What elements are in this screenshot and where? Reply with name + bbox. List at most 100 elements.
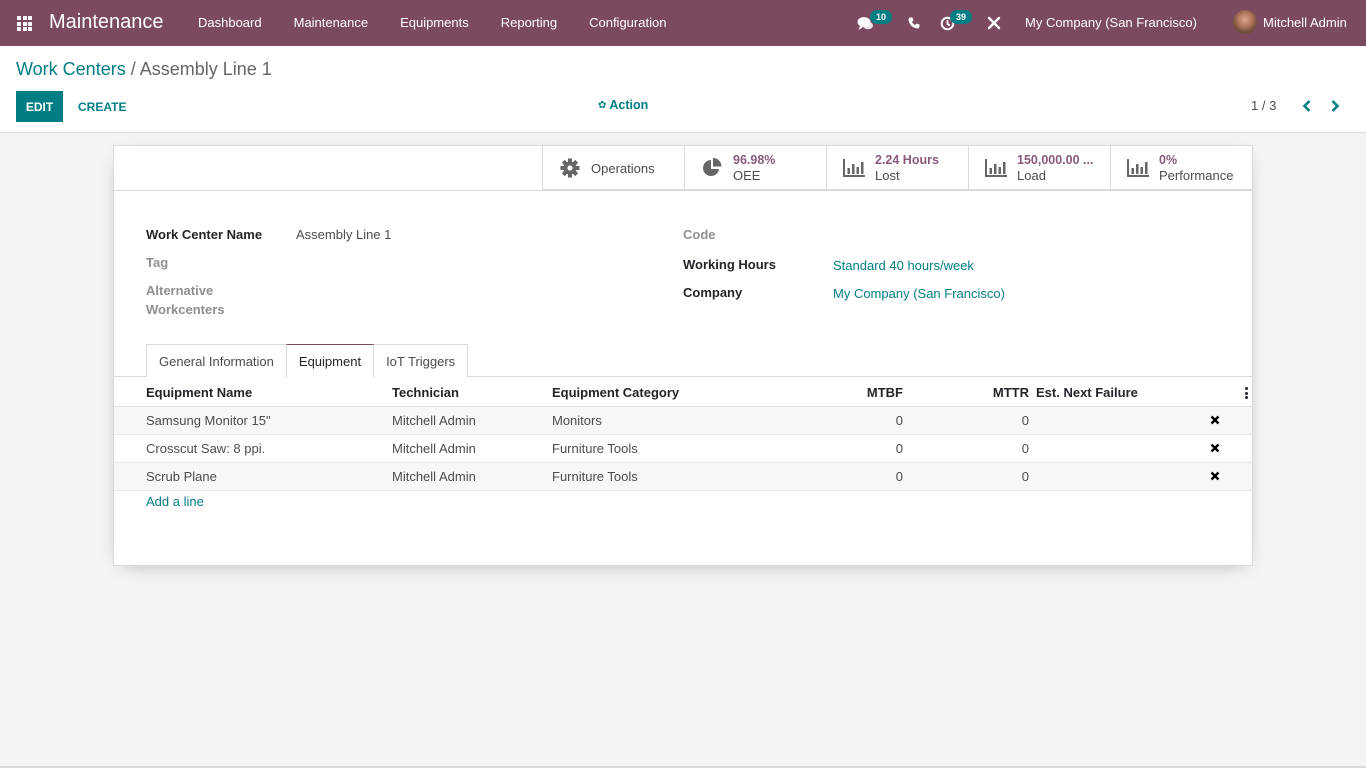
action-dropdown[interactable]: ✿ Action bbox=[598, 98, 648, 112]
alternative-workcenters-label-2: Workcenters bbox=[146, 302, 225, 317]
stat-button-box: Operations 96.98% OEE 2.24 Hours Lost 15… bbox=[542, 146, 1252, 190]
table-row[interactable]: Samsung Monitor 15" Mitchell Admin Monit… bbox=[114, 407, 1252, 435]
pie-chart-icon bbox=[699, 157, 725, 179]
performance-button[interactable]: 0% Performance bbox=[1110, 146, 1252, 190]
tab-iot-triggers[interactable]: IoT Triggers bbox=[373, 344, 469, 377]
delete-row-button[interactable] bbox=[1209, 442, 1221, 454]
menu-item-configuration[interactable]: Configuration bbox=[573, 0, 682, 46]
category-cell: Furniture Tools bbox=[552, 441, 638, 456]
equipment-name-cell: Scrub Plane bbox=[146, 469, 217, 484]
company-label: Company bbox=[683, 285, 743, 300]
bar-chart-icon bbox=[983, 157, 1009, 179]
app-title[interactable]: Maintenance bbox=[49, 11, 164, 34]
create-button[interactable]: CREATE bbox=[70, 91, 134, 122]
oee-value: 96.98% bbox=[733, 153, 776, 167]
technician-cell: Mitchell Admin bbox=[392, 469, 476, 484]
breadcrumb: Work Centers / Assembly Line 1 bbox=[16, 59, 272, 80]
column-header-mtbf[interactable]: MTBF bbox=[867, 385, 903, 400]
table-row[interactable]: Scrub Plane Mitchell Admin Furniture Too… bbox=[114, 463, 1252, 491]
action-label: Action bbox=[609, 98, 649, 112]
tab-general-information[interactable]: General Information bbox=[146, 344, 287, 377]
breadcrumb-work-centers[interactable]: Work Centers bbox=[16, 59, 126, 79]
close-icon bbox=[1210, 471, 1220, 481]
menu-item-maintenance[interactable]: Maintenance bbox=[278, 0, 384, 46]
menu-item-equipments[interactable]: Equipments bbox=[384, 0, 485, 46]
pager-next-button[interactable] bbox=[1327, 96, 1343, 116]
mtbf-cell: 0 bbox=[895, 441, 903, 456]
messaging-button[interactable]: 10 bbox=[857, 10, 893, 32]
notebook-tabs: General Information Equipment IoT Trigge… bbox=[146, 344, 469, 378]
operations-button[interactable]: Operations bbox=[542, 146, 684, 190]
performance-value: 0% bbox=[1159, 153, 1178, 167]
phone-icon bbox=[908, 17, 920, 29]
activities-button[interactable]: 39 bbox=[940, 10, 973, 32]
mtbf-cell: 0 bbox=[895, 469, 903, 484]
category-cell: Furniture Tools bbox=[552, 469, 638, 484]
phone-button[interactable] bbox=[908, 14, 920, 32]
mttr-cell: 0 bbox=[1021, 413, 1029, 428]
edit-button[interactable]: EDIT bbox=[16, 91, 63, 122]
lost-value: 2.24 Hours bbox=[875, 153, 939, 167]
tab-equipment[interactable]: Equipment bbox=[285, 344, 375, 378]
pager-value[interactable]: 1 / 3 bbox=[1251, 98, 1276, 113]
bar-chart-icon bbox=[841, 157, 867, 179]
chevron-right-icon bbox=[1331, 100, 1340, 112]
column-header-equipment-name[interactable]: Equipment Name bbox=[146, 385, 252, 400]
pager-previous-button[interactable] bbox=[1299, 96, 1315, 116]
close-icon bbox=[1210, 415, 1220, 425]
oee-label: OEE bbox=[733, 168, 761, 183]
breadcrumb-separator: / bbox=[130, 59, 136, 79]
lost-button[interactable]: 2.24 Hours Lost bbox=[826, 146, 968, 190]
menu-item-dashboard[interactable]: Dashboard bbox=[182, 0, 278, 46]
user-name: Mitchell Admin bbox=[1263, 14, 1347, 30]
working-hours-label: Working Hours bbox=[683, 257, 776, 272]
category-cell: Monitors bbox=[552, 413, 602, 428]
gear-icon: ✿ bbox=[598, 99, 607, 111]
column-header-mttr[interactable]: MTTR bbox=[993, 385, 1029, 400]
messages-badge: 10 bbox=[870, 10, 893, 24]
table-row[interactable]: Crosscut Saw: 8 ppi. Mitchell Admin Furn… bbox=[114, 435, 1252, 463]
equipment-table: Equipment Name Technician Equipment Cate… bbox=[114, 377, 1252, 491]
oee-button[interactable]: 96.98% OEE bbox=[684, 146, 826, 190]
mttr-cell: 0 bbox=[1021, 441, 1029, 456]
activities-badge: 39 bbox=[950, 10, 973, 24]
delete-row-button[interactable] bbox=[1209, 414, 1221, 426]
control-panel: Work Centers / Assembly Line 1 EDIT CREA… bbox=[0, 46, 1366, 133]
optional-columns-toggle[interactable] bbox=[1244, 387, 1248, 399]
main-menu: Dashboard Maintenance Equipments Reporti… bbox=[182, 0, 682, 46]
alternative-workcenters-label-1: Alternative bbox=[146, 283, 214, 298]
form-sheet: Operations 96.98% OEE 2.24 Hours Lost 15… bbox=[113, 145, 1253, 566]
gear-icon bbox=[557, 157, 583, 179]
work-center-name-label: Work Center Name bbox=[146, 227, 263, 242]
bar-chart-icon bbox=[1125, 157, 1151, 179]
equipment-name-cell: Samsung Monitor 15" bbox=[146, 413, 271, 428]
company-link[interactable]: My Company (San Francisco) bbox=[833, 286, 1005, 301]
column-header-technician[interactable]: Technician bbox=[392, 385, 459, 400]
load-button[interactable]: 150,000.00 ... Load bbox=[968, 146, 1110, 190]
avatar bbox=[1233, 10, 1257, 34]
tag-label: Tag bbox=[146, 255, 169, 270]
code-label: Code bbox=[683, 227, 716, 242]
breadcrumb-current: Assembly Line 1 bbox=[139, 59, 272, 79]
work-center-name-value: Assembly Line 1 bbox=[296, 227, 392, 242]
mttr-cell: 0 bbox=[1021, 469, 1029, 484]
technician-cell: Mitchell Admin bbox=[392, 413, 476, 428]
top-navbar: Maintenance Dashboard Maintenance Equipm… bbox=[0, 0, 1366, 46]
column-header-equipment-category[interactable]: Equipment Category bbox=[552, 385, 679, 400]
table-header: Equipment Name Technician Equipment Cate… bbox=[114, 377, 1252, 407]
company-switcher[interactable]: My Company (San Francisco) bbox=[1025, 15, 1197, 30]
tools-icon bbox=[987, 16, 1001, 30]
lost-label: Lost bbox=[875, 168, 900, 183]
technician-cell: Mitchell Admin bbox=[392, 441, 476, 456]
chevron-left-icon bbox=[1302, 100, 1311, 112]
user-menu[interactable]: Mitchell Admin bbox=[1233, 10, 1347, 34]
delete-row-button[interactable] bbox=[1209, 470, 1221, 482]
menu-item-reporting[interactable]: Reporting bbox=[485, 0, 573, 46]
app-switcher-icon[interactable] bbox=[17, 16, 32, 31]
column-header-est-next-failure[interactable]: Est. Next Failure bbox=[1036, 385, 1138, 400]
debug-tools-button[interactable] bbox=[987, 14, 1001, 32]
load-value: 150,000.00 ... bbox=[1017, 153, 1094, 167]
button-box-divider bbox=[114, 190, 1252, 191]
working-hours-link[interactable]: Standard 40 hours/week bbox=[833, 258, 974, 273]
add-line-link[interactable]: Add a line bbox=[146, 494, 204, 509]
